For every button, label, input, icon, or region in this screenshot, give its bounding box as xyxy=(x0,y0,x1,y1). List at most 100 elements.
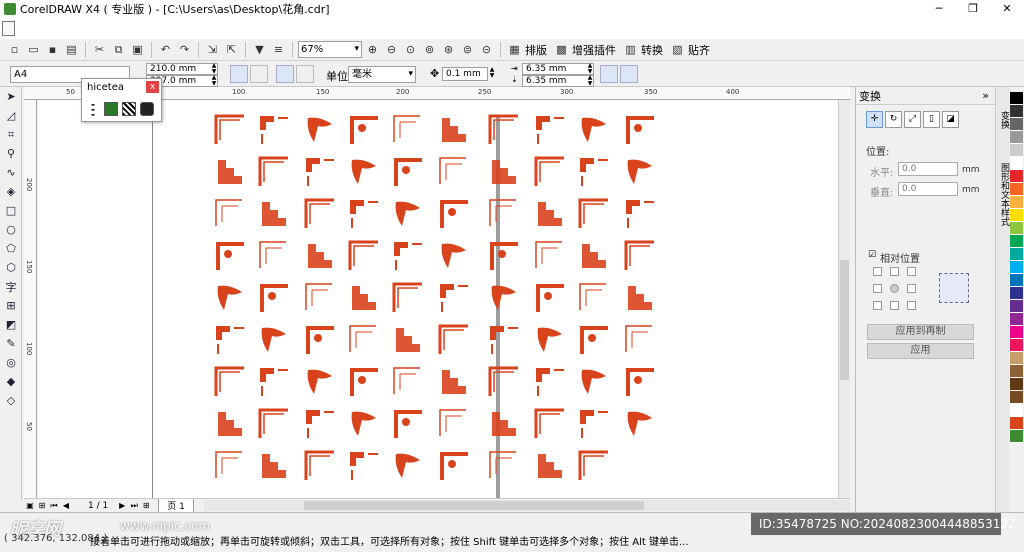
skew-mode-icon[interactable]: ◪ xyxy=(942,111,959,128)
welcome-screen-icon[interactable]: ≡ xyxy=(270,41,287,58)
corner-ornament[interactable] xyxy=(534,114,566,146)
corner-ornament[interactable] xyxy=(392,324,424,356)
zoom-out-icon[interactable]: ⊖ xyxy=(383,41,400,58)
snap-to-grid-button[interactable] xyxy=(600,65,618,83)
minimize-button[interactable]: ─ xyxy=(922,0,956,17)
anchor-bottom-right[interactable] xyxy=(907,301,916,310)
corner-ornament[interactable] xyxy=(214,198,246,230)
anchor-center[interactable] xyxy=(890,284,899,293)
corner-ornament[interactable] xyxy=(304,282,336,314)
docker-collapse-icon[interactable]: » xyxy=(982,89,989,102)
corner-ornament[interactable] xyxy=(438,450,470,482)
corner-ornament[interactable] xyxy=(624,366,656,398)
corner-ornament[interactable] xyxy=(488,114,520,146)
palette-swatch[interactable] xyxy=(1010,404,1023,417)
corner-ornament[interactable] xyxy=(214,450,246,482)
corner-ornament[interactable] xyxy=(214,408,246,440)
close-button[interactable]: ✕ xyxy=(990,0,1024,17)
corner-ornament[interactable] xyxy=(258,156,290,188)
anchor-bottom-left[interactable] xyxy=(873,301,882,310)
corner-ornament[interactable] xyxy=(488,408,520,440)
anchor-top-center[interactable] xyxy=(890,267,899,276)
corner-ornament[interactable] xyxy=(258,240,290,272)
corner-ornament[interactable] xyxy=(624,324,656,356)
corner-ornament[interactable] xyxy=(304,240,336,272)
open-folder-icon[interactable]: ▭ xyxy=(25,41,42,58)
page-options-icon[interactable]: ▣ xyxy=(24,501,36,510)
basic-shapes-tool-icon[interactable]: ⬡ xyxy=(0,258,22,277)
corner-ornament[interactable] xyxy=(578,324,610,356)
page-tab[interactable]: 页 1 xyxy=(158,498,194,513)
palette-swatch[interactable] xyxy=(1010,196,1023,209)
corner-ornament[interactable] xyxy=(304,450,336,482)
corner-ornament[interactable] xyxy=(214,324,246,356)
horizontal-scrollbar[interactable] xyxy=(203,500,850,511)
palette-swatch[interactable] xyxy=(1010,274,1023,287)
corner-ornament[interactable] xyxy=(214,114,246,146)
tab-transform[interactable]: 变换 xyxy=(997,111,1009,129)
rotate-mode-icon[interactable]: ↻ xyxy=(885,111,902,128)
apply-to-duplicate-button[interactable]: 应用到再制 xyxy=(867,324,974,340)
redo-icon[interactable]: ↷ xyxy=(176,41,193,58)
all-pages-button[interactable] xyxy=(276,65,294,83)
prev-page-icon[interactable]: ◀ xyxy=(60,501,72,510)
corner-ornament[interactable] xyxy=(348,156,380,188)
height-spinner[interactable]: ▲ ▼ xyxy=(210,75,218,87)
corner-ornament[interactable] xyxy=(578,408,610,440)
shape-tool-icon[interactable]: ◿ xyxy=(0,106,22,125)
align-button[interactable]: 贴齐 xyxy=(688,42,710,58)
palette-swatch[interactable] xyxy=(1010,300,1023,313)
corner-ornament[interactable] xyxy=(258,198,290,230)
corner-ornament[interactable] xyxy=(348,240,380,272)
corner-ornament[interactable] xyxy=(392,114,424,146)
corner-ornament[interactable] xyxy=(258,282,290,314)
wechat-icon[interactable] xyxy=(104,102,118,116)
add-page-end-icon[interactable]: ⊞ xyxy=(140,501,152,510)
vertical-scrollbar[interactable] xyxy=(838,100,850,498)
corner-ornament[interactable] xyxy=(578,282,610,314)
palette-swatch[interactable] xyxy=(1010,144,1023,157)
corner-ornament[interactable] xyxy=(534,240,566,272)
paste-icon[interactable]: ▣ xyxy=(129,41,146,58)
position-mode-icon[interactable]: ✛ xyxy=(866,111,883,128)
corner-ornament[interactable] xyxy=(488,450,520,482)
convert-button[interactable]: 转换 xyxy=(641,42,663,58)
palette-swatch[interactable] xyxy=(1010,417,1023,430)
crop-tool-icon[interactable]: ⌗ xyxy=(0,125,22,144)
zoom-selected-icon[interactable]: ⊙ xyxy=(402,41,419,58)
corner-ornament[interactable] xyxy=(392,198,424,230)
corner-ornament[interactable] xyxy=(304,156,336,188)
zoom-all-icon[interactable]: ⊚ xyxy=(421,41,438,58)
duplicate-x-input[interactable]: 6.35 mm xyxy=(522,63,594,75)
enhance-plugin-icon[interactable]: ▩ xyxy=(553,41,570,58)
corner-ornament[interactable] xyxy=(438,156,470,188)
palette-swatch[interactable] xyxy=(1010,170,1023,183)
new-document-icon[interactable]: ▫ xyxy=(6,41,23,58)
corner-ornament[interactable] xyxy=(488,198,520,230)
corner-ornament[interactable] xyxy=(624,408,656,440)
scale-mode-icon[interactable]: ⤢ xyxy=(904,111,921,128)
interactive-fill-tool-icon[interactable]: ◇ xyxy=(0,391,22,410)
plugin-close-button[interactable]: x xyxy=(146,81,159,93)
corner-ornament[interactable] xyxy=(304,198,336,230)
corner-ornament[interactable] xyxy=(488,324,520,356)
palette-swatch[interactable] xyxy=(1010,352,1023,365)
corner-ornament[interactable] xyxy=(304,324,336,356)
qrcode-icon[interactable] xyxy=(122,102,136,116)
zoom-in-icon[interactable]: ⊕ xyxy=(364,41,381,58)
zoom-tool-icon[interactable]: ⚲ xyxy=(0,144,22,163)
freehand-tool-icon[interactable]: ∿ xyxy=(0,163,22,182)
palette-swatch[interactable] xyxy=(1010,287,1023,300)
corner-ornament[interactable] xyxy=(578,198,610,230)
corner-ornament[interactable] xyxy=(578,366,610,398)
corner-ornament[interactable] xyxy=(392,240,424,272)
corner-ornament[interactable] xyxy=(534,324,566,356)
corner-ornament[interactable] xyxy=(438,198,470,230)
palette-swatch[interactable] xyxy=(1010,235,1023,248)
corner-ornament[interactable] xyxy=(348,282,380,314)
zoom-height-icon[interactable]: ⊝ xyxy=(478,41,495,58)
nudge-distance-input[interactable]: 0.1 mm xyxy=(442,67,488,81)
first-page-icon[interactable]: ⏮ xyxy=(48,501,60,511)
corner-ornament[interactable] xyxy=(392,450,424,482)
restore-button[interactable]: ❐ xyxy=(956,0,990,17)
